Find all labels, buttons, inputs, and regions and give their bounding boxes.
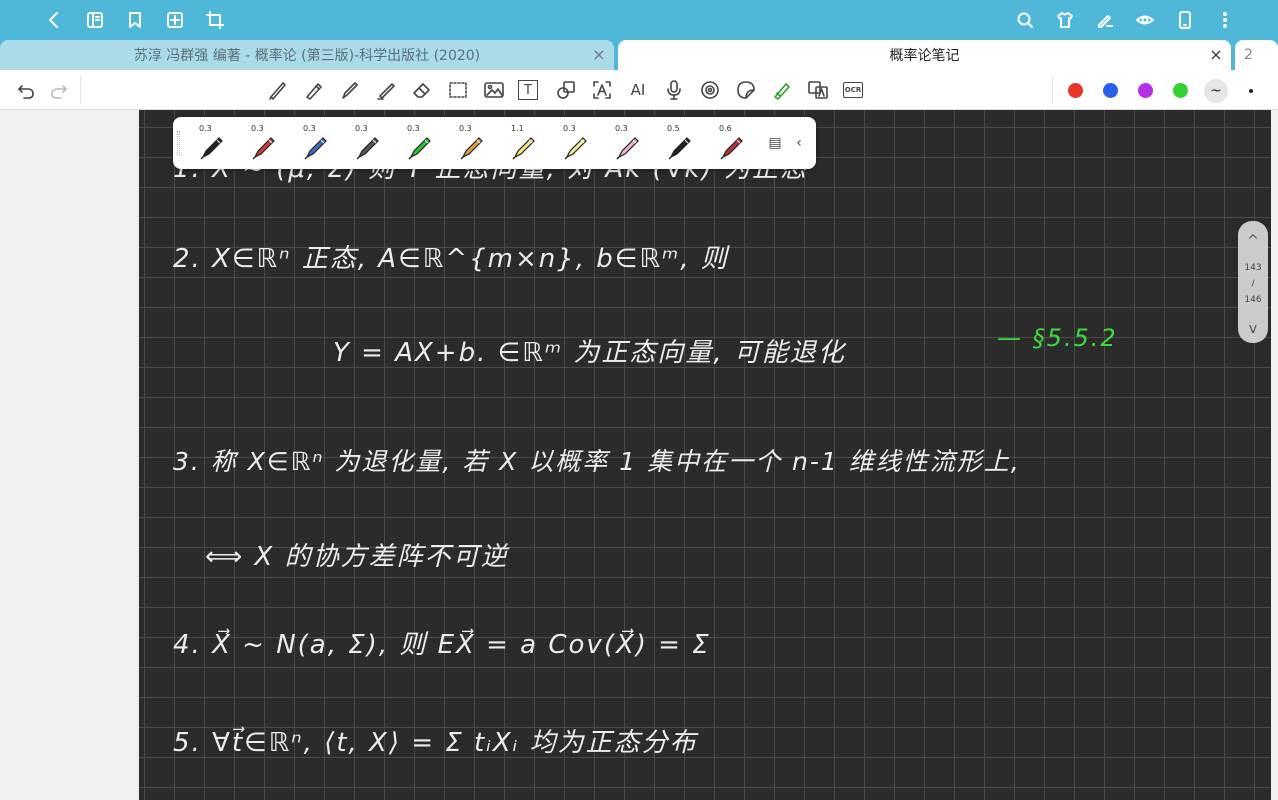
note-line-6: 4. X⃗ ~ N(a, Σ), 则 EX⃗ = a Cov(X⃗) = Σ xyxy=(173,630,711,660)
lasso-select-icon[interactable] xyxy=(446,78,470,102)
pen-icon xyxy=(512,137,535,160)
palette-pen-7[interactable]: 1.1 xyxy=(497,117,547,169)
sticker-icon[interactable] xyxy=(734,78,758,102)
palette-pen-3[interactable]: 0.3 xyxy=(289,117,339,169)
pen-icon xyxy=(564,137,587,160)
pen-icon xyxy=(200,137,223,160)
translate-icon[interactable] xyxy=(806,78,830,102)
close-icon[interactable]: × xyxy=(1207,46,1225,64)
image-icon[interactable] xyxy=(482,78,506,102)
ocr-icon[interactable]: OCR xyxy=(843,82,863,98)
note-canvas[interactable]: 1. X ~ (μ, Σ) 则 Y 正态向量, 对 Ak (∀k) 为正态 2.… xyxy=(139,110,1271,800)
laser-pointer-icon[interactable] xyxy=(770,78,794,102)
text-recognize-icon[interactable] xyxy=(590,78,614,102)
fountain-pen-icon[interactable] xyxy=(266,78,290,102)
pen-icon xyxy=(720,137,743,160)
palette-pen-2[interactable]: 0.3 xyxy=(237,117,287,169)
bookmark-icon[interactable] xyxy=(121,6,149,34)
palette-collapse-icon[interactable]: ‹ xyxy=(789,133,809,153)
page-down-icon[interactable]: v xyxy=(1238,321,1268,337)
add-page-icon[interactable] xyxy=(161,6,189,34)
close-icon[interactable]: × xyxy=(590,46,608,64)
microphone-icon[interactable] xyxy=(662,78,686,102)
palette-pen-11[interactable]: 0.6 xyxy=(705,117,755,169)
pen-icon xyxy=(668,137,691,160)
color-green-swatch[interactable] xyxy=(1173,83,1188,98)
phone-icon[interactable] xyxy=(1171,6,1199,34)
color-blue-swatch[interactable] xyxy=(1103,83,1118,98)
note-line-3: Y = AX+b. ∈ℝᵐ 为正态向量, 可能退化 xyxy=(333,338,846,368)
pen-icon xyxy=(460,137,483,160)
page-up-icon[interactable]: ^ xyxy=(1238,233,1268,249)
pen-icon xyxy=(304,137,327,160)
pen-icon xyxy=(356,137,379,160)
tab-overflow[interactable]: 2 xyxy=(1235,40,1278,70)
color-red-swatch[interactable] xyxy=(1068,83,1083,98)
audio-record-icon[interactable] xyxy=(698,78,722,102)
undo-icon[interactable] xyxy=(14,78,38,102)
right-margin xyxy=(1271,110,1278,800)
total-pages: 146 xyxy=(1244,295,1262,305)
shape-icon[interactable] xyxy=(554,78,578,102)
eye-icon[interactable] xyxy=(1131,6,1159,34)
drawing-toolbar: T AI OCR ~ xyxy=(0,70,1278,110)
ai-assistant-icon[interactable]: AI xyxy=(626,78,650,102)
shirt-icon[interactable] xyxy=(1051,6,1079,34)
palette-pen-4[interactable]: 0.3 xyxy=(341,117,391,169)
highlighter-icon[interactable] xyxy=(374,78,398,102)
palette-pen-8[interactable]: 0.3 xyxy=(549,117,599,169)
pen-settings-icon[interactable] xyxy=(1091,6,1119,34)
stroke-width-dot[interactable] xyxy=(1249,89,1253,93)
pencil-icon[interactable] xyxy=(302,78,326,102)
tab-strip: 苏淳 冯群强 编著 - 概率论 (第三版)-科学出版社 (2020) × 概率论… xyxy=(0,40,1278,70)
palette-manage-icon[interactable]: ▤ xyxy=(765,133,785,153)
more-icon[interactable] xyxy=(1211,6,1239,34)
tab-textbook-title: 苏淳 冯群强 编著 - 概率论 (第三版)-科学出版社 (2020) xyxy=(133,48,481,64)
text-box-icon[interactable]: T xyxy=(518,80,538,100)
pen-icon xyxy=(408,137,431,160)
tab-notes-title: 概率论笔记 xyxy=(889,48,960,64)
pen-icon xyxy=(616,137,639,160)
note-line-7: 5. ∀t⃗∈ℝⁿ, ⟨t, X⟩ = Σ tᵢXᵢ 均为正态分布 xyxy=(173,728,698,758)
tab-notes[interactable]: 概率论笔记 × xyxy=(618,40,1231,70)
crop-icon[interactable] xyxy=(201,6,229,34)
toolbar-divider xyxy=(80,76,81,104)
palette-pen-1[interactable]: 0.3 xyxy=(185,117,235,169)
note-line-4: 3. 称 X∈ℝⁿ 为退化量, 若 X 以概率 1 集中在一个 n-1 维线性流… xyxy=(173,447,1021,476)
page-separator: / xyxy=(1251,279,1255,289)
page-scroller[interactable]: ^ 143 / 146 v xyxy=(1238,221,1268,343)
pen-palette: 0.3 0.3 0.3 0.3 0.3 0.3 1.1 0.3 0.3 0.5 0.6 ▤ ‹ xyxy=(173,117,816,169)
stroke-style-icon[interactable]: ~ xyxy=(1204,79,1228,103)
note-line-2: 2. X∈ℝⁿ 正态, A∈ℝ^{m×n}, b∈ℝᵐ, 则 xyxy=(173,244,729,274)
app-top-bar xyxy=(0,0,1278,40)
palette-pen-9[interactable]: 0.3 xyxy=(601,117,651,169)
search-icon[interactable] xyxy=(1011,6,1039,34)
color-purple-swatch[interactable] xyxy=(1138,83,1153,98)
redo-icon[interactable] xyxy=(47,78,71,102)
note-section-reference: — §5.5.2 xyxy=(997,324,1118,352)
palette-pen-5[interactable]: 0.3 xyxy=(393,117,443,169)
palette-drag-handle[interactable] xyxy=(177,131,180,155)
toolbar-divider xyxy=(1052,76,1053,104)
back-icon[interactable] xyxy=(40,6,68,34)
note-line-5: ⟺ X 的协方差阵不可逆 xyxy=(205,542,509,572)
book-icon[interactable] xyxy=(81,6,109,34)
ballpoint-pen-icon[interactable] xyxy=(338,78,362,102)
eraser-icon[interactable] xyxy=(410,78,434,102)
pen-icon xyxy=(252,137,275,160)
tab-overflow-label: 2 xyxy=(1244,47,1253,63)
palette-pen-10[interactable]: 0.5 xyxy=(653,117,703,169)
left-margin xyxy=(0,110,139,800)
current-page: 143 xyxy=(1244,263,1262,273)
palette-pen-6[interactable]: 0.3 xyxy=(445,117,495,169)
tab-textbook[interactable]: 苏淳 冯群强 编著 - 概率论 (第三版)-科学出版社 (2020) × xyxy=(0,40,614,70)
